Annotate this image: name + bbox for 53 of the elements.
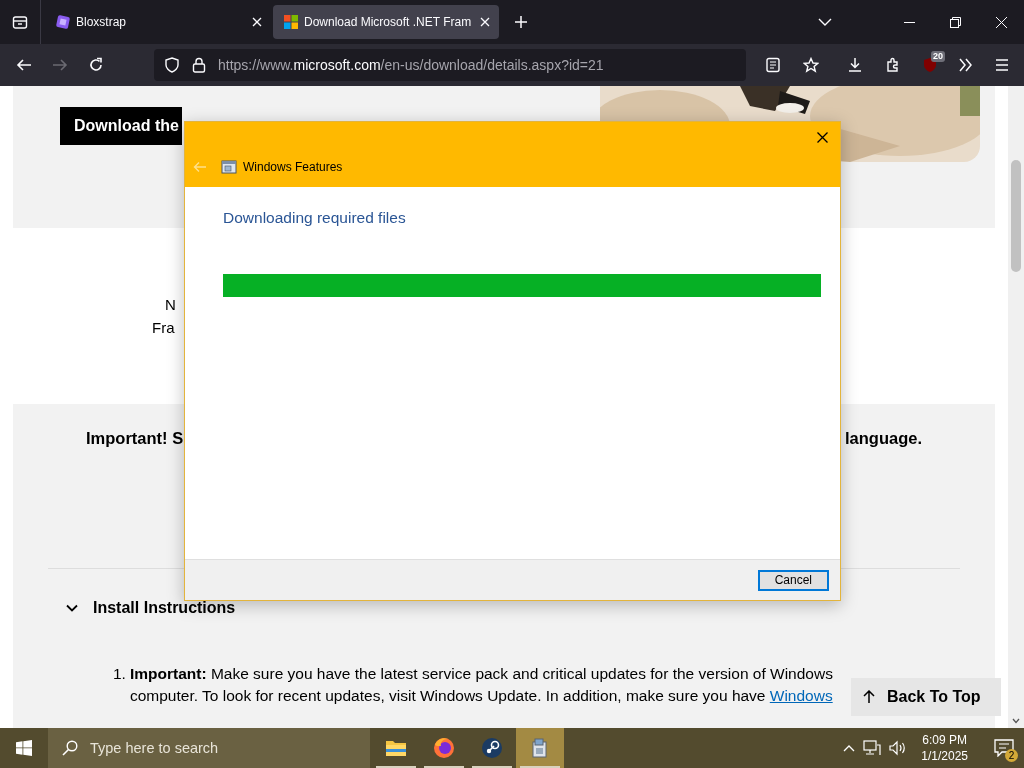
chevron-down-icon[interactable] [1012,718,1020,724]
chevrons-right-icon[interactable] [958,57,974,73]
chevron-up-icon[interactable] [843,744,856,752]
notice-text: Important! S [86,429,184,448]
search-field[interactable]: Type here to search [48,728,370,768]
windows-logo-icon [16,740,32,756]
app-logo-icon [55,14,71,30]
scrollbar-thumb[interactable] [1011,160,1021,272]
steam-icon [481,737,503,759]
restore-icon[interactable] [949,16,961,28]
cancel-button[interactable]: Cancel [757,569,829,591]
menu-icon[interactable] [994,57,1010,73]
message-icon [994,739,1014,757]
download-button[interactable]: Download the [60,107,182,145]
back-arrow-icon[interactable] [16,57,32,73]
shield-icon[interactable] [164,57,180,73]
speaker-icon[interactable] [889,740,908,756]
download-icon[interactable] [847,57,863,73]
close-icon[interactable] [479,16,491,28]
status-heading: Downloading required files [223,209,407,227]
close-icon [817,132,828,143]
dialog-title: Windows Features [243,160,343,174]
arrow-up-icon [863,690,875,704]
count-badge: 20 [931,51,945,62]
count-badge: 2 [1005,749,1018,762]
address-bar[interactable]: https://www.microsoft.com/en-us/download/details.aspx?id=21 [154,49,746,81]
lock-icon[interactable] [192,57,206,73]
list-number: 1. [113,664,126,684]
close-icon[interactable] [995,16,1007,28]
browser-tab[interactable]: Bloxstrap [45,5,271,39]
page-text: Fra [152,319,175,336]
browser-tab[interactable]: Download Microsoft .NET Fram [273,5,499,39]
clock[interactable]: 6:09 PM 1/1/2025 [921,732,968,764]
plus-icon[interactable] [514,15,528,29]
puzzle-piece-icon[interactable] [885,57,901,73]
windows-logo-icon [283,14,299,30]
reload-icon[interactable] [88,57,104,73]
close-icon[interactable] [251,16,263,28]
taskbar-app[interactable] [516,728,564,768]
reader-view-icon[interactable] [765,57,781,73]
notification-button[interactable]: 2 [984,728,1024,768]
back-to-top-button[interactable]: Back To Top [851,678,1001,716]
search-icon [62,740,78,756]
tab-list-icon[interactable] [12,14,28,30]
page-text: N [165,296,176,313]
notice-text: language. [845,429,922,448]
fox-globe-icon [433,737,455,759]
network-icon[interactable] [863,740,882,756]
extension-shield-icon[interactable] [922,57,938,73]
link[interactable]: Windows [769,687,833,704]
star-icon[interactable] [803,57,819,73]
window-icon [221,159,237,175]
instruction-text: Important: Make sure you have the latest service pack and critical updates for the version of Windows computer. To look for recent updates, visit Windows Update. In addition, make sure you have Windows [129,664,833,706]
